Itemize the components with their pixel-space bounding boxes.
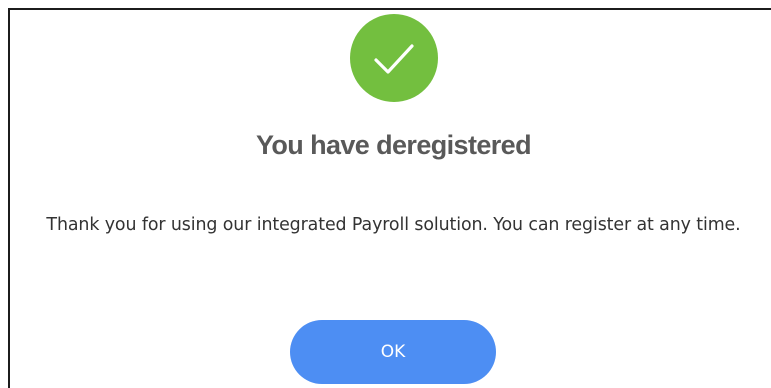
- success-checkmark-icon: [350, 14, 438, 102]
- deregistration-dialog: You have deregistered Thank you for usin…: [8, 8, 771, 388]
- dialog-title: You have deregistered: [255, 130, 532, 160]
- ok-button[interactable]: OK: [290, 320, 496, 384]
- dialog-message: Thank you for using our integrated Payro…: [46, 215, 741, 235]
